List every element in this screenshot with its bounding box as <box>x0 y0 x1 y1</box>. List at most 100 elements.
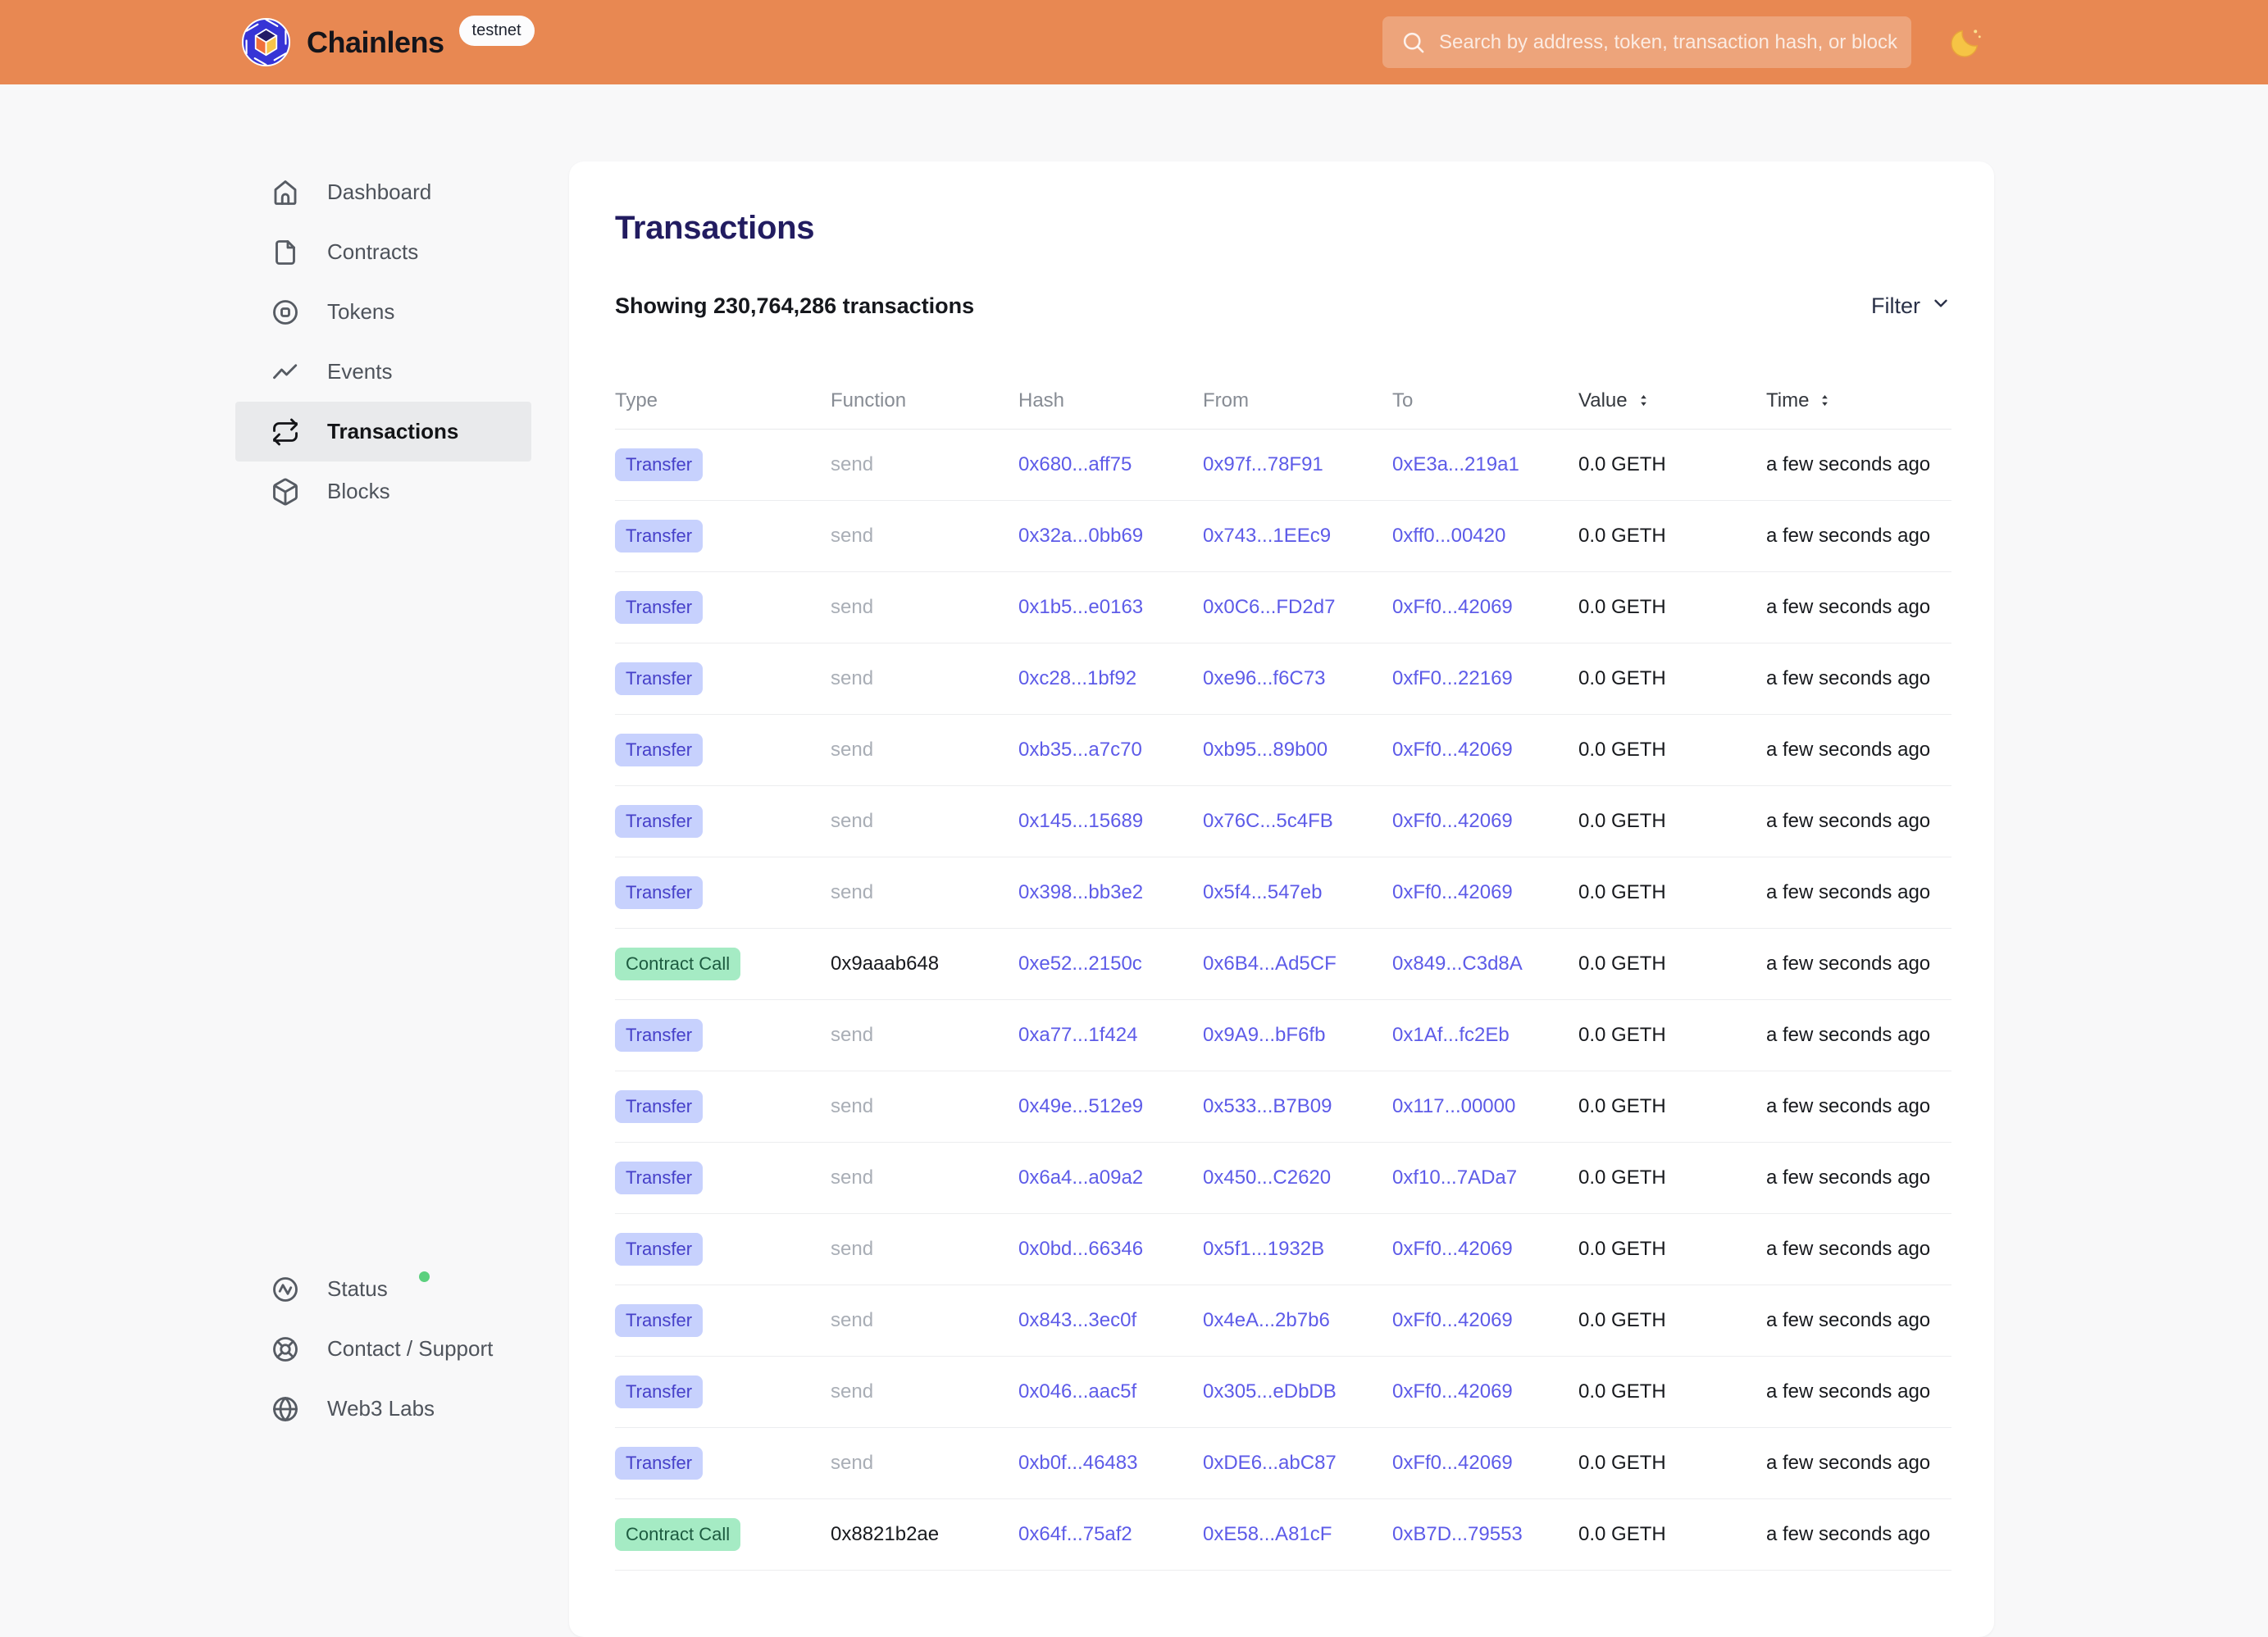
tx-function-cell: 0x8821b2ae <box>831 1523 1018 1546</box>
column-label: Function <box>831 389 906 412</box>
tx-value: 0.0 GETH <box>1578 1523 1666 1545</box>
column-label: From <box>1203 389 1249 412</box>
tx-hash-link[interactable]: 0x64f...75af2 <box>1018 1523 1132 1545</box>
tx-time: a few seconds ago <box>1766 1024 1930 1046</box>
tx-hash-link[interactable]: 0x0bd...66346 <box>1018 1238 1143 1260</box>
brand-home-link[interactable]: Chainlens testnet <box>240 0 535 84</box>
global-search[interactable] <box>1382 16 1911 68</box>
sidebar-item-label: Blocks <box>327 479 390 504</box>
table-row: Transfersend0xc28...1bf920xe96...f6C730x… <box>615 643 1951 715</box>
tx-to-link[interactable]: 0xFf0...42069 <box>1392 739 1513 761</box>
tx-from-link[interactable]: 0xe96...f6C73 <box>1203 667 1325 689</box>
sidebar-item-status[interactable]: Status <box>235 1259 531 1319</box>
table-row: Transfersend0x32a...0bb690x743...1EEc90x… <box>615 501 1951 572</box>
tx-from-link[interactable]: 0x5f4...547eb <box>1203 881 1322 903</box>
tx-to-link[interactable]: 0x117...00000 <box>1392 1095 1515 1117</box>
sidebar-item-transactions[interactable]: Transactions <box>235 402 531 462</box>
tx-to-link[interactable]: 0xFf0...42069 <box>1392 810 1513 832</box>
tx-to-link[interactable]: 0x1Af...fc2Eb <box>1392 1024 1510 1046</box>
tx-to-link[interactable]: 0xFf0...42069 <box>1392 596 1513 618</box>
column-label: To <box>1392 389 1413 412</box>
tx-function-cell: send <box>831 1309 1018 1332</box>
tx-hash-link[interactable]: 0x32a...0bb69 <box>1018 525 1143 547</box>
tx-from-link[interactable]: 0x6B4...Ad5CF <box>1203 953 1337 975</box>
filter-button[interactable]: Filter <box>1871 293 1951 320</box>
tx-hash-link[interactable]: 0x843...3ec0f <box>1018 1309 1136 1331</box>
tx-hash-cell: 0x0bd...66346 <box>1018 1238 1203 1261</box>
tx-from-link[interactable]: 0x533...B7B09 <box>1203 1095 1332 1117</box>
tx-to-link[interactable]: 0xFf0...42069 <box>1392 1452 1513 1474</box>
tx-hash-cell: 0x145...15689 <box>1018 810 1203 833</box>
tx-hash-link[interactable]: 0xa77...1f424 <box>1018 1024 1137 1046</box>
column-header-value[interactable]: Value <box>1578 389 1766 412</box>
tx-from-link[interactable]: 0x743...1EEc9 <box>1203 525 1331 547</box>
tx-hash-link[interactable]: 0x145...15689 <box>1018 810 1143 832</box>
tx-from-link[interactable]: 0x97f...78F91 <box>1203 453 1323 475</box>
tx-function-cell: send <box>831 525 1018 548</box>
tx-type-badge: Transfer <box>615 1447 703 1480</box>
tx-hash-link[interactable]: 0x046...aac5f <box>1018 1380 1136 1403</box>
tx-hash-link[interactable]: 0x49e...512e9 <box>1018 1095 1143 1117</box>
tx-to-link[interactable]: 0xFf0...42069 <box>1392 881 1513 903</box>
tx-hash-link[interactable]: 0x680...aff75 <box>1018 453 1132 475</box>
tx-time-cell: a few seconds ago <box>1766 810 1951 833</box>
sidebar-item-events[interactable]: Events <box>235 342 531 402</box>
sidebar-item-contracts[interactable]: Contracts <box>235 222 531 282</box>
tx-function: 0x8821b2ae <box>831 1523 939 1545</box>
tx-time: a few seconds ago <box>1766 1309 1930 1331</box>
tx-hash-link[interactable]: 0xe52...2150c <box>1018 953 1142 975</box>
tx-function: send <box>831 881 873 903</box>
tx-to-link[interactable]: 0xE3a...219a1 <box>1392 453 1519 475</box>
tx-hash-link[interactable]: 0x398...bb3e2 <box>1018 881 1143 903</box>
page-title: Transactions <box>615 161 1951 248</box>
sidebar-item-dashboard[interactable]: Dashboard <box>235 162 531 222</box>
tx-value-cell: 0.0 GETH <box>1578 1380 1766 1403</box>
tx-from-link[interactable]: 0x76C...5c4FB <box>1203 810 1333 832</box>
tx-type-cell: Transfer <box>615 591 831 624</box>
tx-from-link[interactable]: 0xDE6...abC87 <box>1203 1452 1337 1474</box>
tx-from-link[interactable]: 0xb95...89b00 <box>1203 739 1328 761</box>
tx-from-link[interactable]: 0x450...C2620 <box>1203 1166 1331 1189</box>
tx-value: 0.0 GETH <box>1578 525 1666 547</box>
dark-mode-toggle[interactable] <box>1945 23 1986 64</box>
tx-from-link[interactable]: 0xE58...A81cF <box>1203 1523 1332 1545</box>
transactions-count: Showing 230,764,286 transactions <box>615 293 974 319</box>
tx-to-link[interactable]: 0xff0...00420 <box>1392 525 1505 547</box>
tx-function: send <box>831 453 873 475</box>
tx-hash-link[interactable]: 0xb0f...46483 <box>1018 1452 1137 1474</box>
tx-type-cell: Transfer <box>615 734 831 766</box>
sidebar-item-web3-labs[interactable]: Web3 Labs <box>235 1379 531 1439</box>
tx-to-link[interactable]: 0xFf0...42069 <box>1392 1380 1513 1403</box>
tx-function: send <box>831 596 873 618</box>
tx-hash-link[interactable]: 0xb35...a7c70 <box>1018 739 1142 761</box>
sidebar-item-tokens[interactable]: Tokens <box>235 282 531 342</box>
tx-to-link[interactable]: 0xf10...7ADa7 <box>1392 1166 1517 1189</box>
tx-to-link[interactable]: 0xfF0...22169 <box>1392 667 1513 689</box>
tx-to-link[interactable]: 0xB7D...79553 <box>1392 1523 1523 1545</box>
tx-from-link[interactable]: 0x305...eDbDB <box>1203 1380 1337 1403</box>
tx-from-link[interactable]: 0x4eA...2b7b6 <box>1203 1309 1330 1331</box>
column-header-time[interactable]: Time <box>1766 389 1951 412</box>
sidebar-item-blocks[interactable]: Blocks <box>235 462 531 521</box>
tx-value: 0.0 GETH <box>1578 1024 1666 1046</box>
tx-to-link[interactable]: 0xFf0...42069 <box>1392 1309 1513 1331</box>
tx-value-cell: 0.0 GETH <box>1578 1452 1766 1475</box>
tx-to-link[interactable]: 0x849...C3d8A <box>1392 953 1523 975</box>
tx-hash-link[interactable]: 0xc28...1bf92 <box>1018 667 1136 689</box>
tx-function: 0x9aaab648 <box>831 953 939 975</box>
tx-from-link[interactable]: 0x0C6...FD2d7 <box>1203 596 1335 618</box>
chainlens-logo-icon <box>240 16 292 68</box>
tx-to-link[interactable]: 0xFf0...42069 <box>1392 1238 1513 1260</box>
tx-from-cell: 0x533...B7B09 <box>1203 1095 1392 1118</box>
tx-hash-link[interactable]: 0x1b5...e0163 <box>1018 596 1143 618</box>
tx-from-link[interactable]: 0x5f1...1932B <box>1203 1238 1324 1260</box>
search-input[interactable] <box>1437 30 1911 55</box>
tx-function: send <box>831 739 873 761</box>
tx-hash-link[interactable]: 0x6a4...a09a2 <box>1018 1166 1143 1189</box>
tx-from-link[interactable]: 0x9A9...bF6fb <box>1203 1024 1325 1046</box>
tx-time: a few seconds ago <box>1766 810 1930 832</box>
tx-to-cell: 0xFf0...42069 <box>1392 739 1578 762</box>
sidebar-item-contact-support[interactable]: Contact / Support <box>235 1319 531 1379</box>
tx-to-cell: 0xFf0...42069 <box>1392 1380 1578 1403</box>
tx-function-cell: send <box>831 1380 1018 1403</box>
